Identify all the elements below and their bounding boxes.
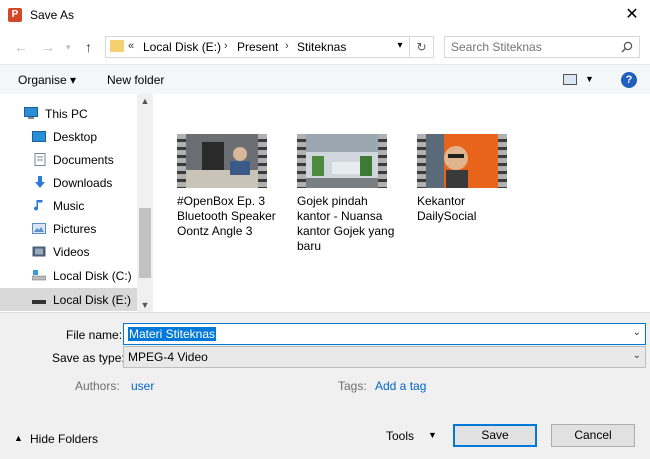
downloads-icon — [35, 176, 45, 188]
breadcrumb-stiteknas[interactable]: Stiteknas — [297, 40, 346, 54]
pictures-icon — [32, 223, 46, 234]
chevron-down-icon[interactable]: ▾ — [393, 40, 407, 51]
computer-icon — [24, 107, 38, 119]
refresh-button[interactable]: ↻ — [410, 36, 434, 58]
refresh-icon: ↻ — [416, 40, 427, 54]
save-as-type-select[interactable]: MPEG-4 Video ⌄ — [123, 346, 646, 368]
music-icon — [34, 200, 43, 211]
command-bar: Organise ▾ New folder ▼ ? — [0, 64, 650, 94]
sidebar-item-music[interactable]: Music — [0, 194, 137, 217]
authors-value[interactable]: user — [131, 379, 154, 393]
sidebar-item-label: Videos — [53, 245, 90, 259]
file-item[interactable]: Gojek pindah kantor - Nuansa kantor Goje… — [297, 134, 397, 254]
scroll-thumb[interactable] — [139, 208, 151, 278]
sidebar-item-label: Downloads — [53, 176, 113, 190]
sidebar-item-label: Documents — [53, 153, 114, 167]
desktop-icon — [32, 131, 46, 142]
folder-icon — [110, 40, 124, 52]
hide-folders-button[interactable]: Hide Folders — [30, 432, 98, 446]
chevron-down-icon[interactable]: ▼ — [585, 74, 594, 84]
sidebar-item-pictures[interactable]: Pictures — [0, 217, 137, 240]
sidebar-item-videos[interactable]: Videos — [0, 240, 137, 263]
sidebar-item-label: This PC — [45, 107, 88, 121]
recent-locations-icon[interactable]: ▾ — [66, 42, 71, 53]
title-bar: P Save As ✕ — [0, 0, 650, 30]
sidebar-item-local-disk-e[interactable]: Local Disk (E:) — [0, 288, 137, 311]
chevron-down-icon[interactable]: ⌄ — [633, 327, 641, 338]
address-bar[interactable]: « Local Disk (E:) › Present › Stiteknas … — [105, 36, 410, 58]
file-name-label: File name: — [66, 328, 123, 342]
drive-e-icon — [32, 300, 46, 304]
sidebar-item-desktop[interactable]: Desktop — [0, 125, 137, 148]
sidebar-item-label: Local Disk (E:) — [53, 293, 132, 307]
new-folder-button[interactable]: New folder — [107, 73, 164, 87]
documents-icon — [34, 153, 46, 166]
file-name: Kekantor DailySocial — [417, 194, 477, 223]
close-button[interactable]: ✕ — [614, 0, 650, 30]
breadcrumb-local-disk-e[interactable]: Local Disk (E:) — [143, 40, 221, 54]
powerpoint-icon: P — [8, 8, 22, 22]
cancel-button[interactable]: Cancel — [551, 424, 635, 447]
file-name-field[interactable]: Materi Stiteknas ⌄ — [123, 323, 646, 345]
forward-icon[interactable]: → — [41, 39, 55, 55]
add-tag-link[interactable]: Add a tag — [375, 379, 426, 393]
overflow-icon[interactable]: « — [128, 40, 134, 52]
file-name: Gojek pindah kantor - Nuansa kantor Goje… — [297, 194, 395, 253]
drive-c-icon — [32, 270, 46, 281]
breadcrumb-present[interactable]: Present — [237, 40, 278, 54]
save-as-type-label: Save as type: — [52, 351, 125, 365]
window-title: Save As — [30, 8, 75, 22]
video-thumbnail — [417, 134, 507, 188]
back-icon[interactable]: ← — [14, 39, 28, 55]
search-input[interactable] — [451, 40, 611, 54]
chevron-down-icon[interactable]: ⌄ — [633, 350, 641, 361]
sidebar-item-label: Local Disk (C:) — [53, 269, 132, 283]
navigation-pane: This PC Desktop Documents Downloads Musi… — [0, 94, 153, 312]
search-box[interactable] — [444, 36, 640, 58]
up-icon[interactable]: ↑ — [85, 39, 92, 55]
sidebar-item-label: Music — [53, 199, 85, 213]
chevron-up-icon[interactable]: ▲ — [14, 433, 23, 443]
organise-button[interactable]: Organise ▾ — [18, 73, 76, 87]
save-button[interactable]: Save — [453, 424, 537, 447]
view-options-icon[interactable] — [563, 74, 577, 85]
sidebar-scrollbar[interactable]: ▲ ▼ — [137, 94, 153, 312]
file-name-input[interactable]: Materi Stiteknas — [128, 327, 217, 341]
save-as-type-value: MPEG-4 Video — [128, 350, 208, 364]
breadcrumb-separator[interactable]: › — [285, 40, 289, 52]
chevron-down-icon[interactable]: ▼ — [428, 430, 437, 440]
sidebar-item-local-disk-c[interactable]: Local Disk (C:) — [0, 264, 137, 287]
scroll-up-icon[interactable]: ▲ — [137, 96, 153, 106]
file-item[interactable]: #OpenBox Ep. 3 Bluetooth Speaker Oontz A… — [177, 134, 277, 239]
file-list: #OpenBox Ep. 3 Bluetooth Speaker Oontz A… — [157, 94, 650, 312]
authors-label: Authors: — [75, 379, 120, 393]
sidebar-item-documents[interactable]: Documents — [0, 148, 137, 171]
video-thumbnail — [297, 134, 387, 188]
help-icon[interactable]: ? — [621, 72, 637, 88]
scroll-down-icon[interactable]: ▼ — [137, 300, 153, 310]
video-thumbnail — [177, 134, 267, 188]
search-icon — [621, 41, 633, 53]
file-item[interactable]: Kekantor DailySocial — [417, 134, 517, 224]
tools-button[interactable]: Tools — [386, 429, 414, 443]
sidebar-item-this-pc[interactable]: This PC — [0, 102, 137, 125]
breadcrumb-separator[interactable]: › — [224, 40, 228, 52]
file-name: #OpenBox Ep. 3 Bluetooth Speaker Oontz A… — [177, 194, 276, 238]
sidebar-item-label: Desktop — [53, 130, 98, 144]
sidebar-item-label: Pictures — [53, 222, 97, 236]
videos-icon — [32, 246, 46, 257]
sidebar-item-downloads[interactable]: Downloads — [0, 171, 137, 194]
tags-label: Tags: — [338, 379, 367, 393]
